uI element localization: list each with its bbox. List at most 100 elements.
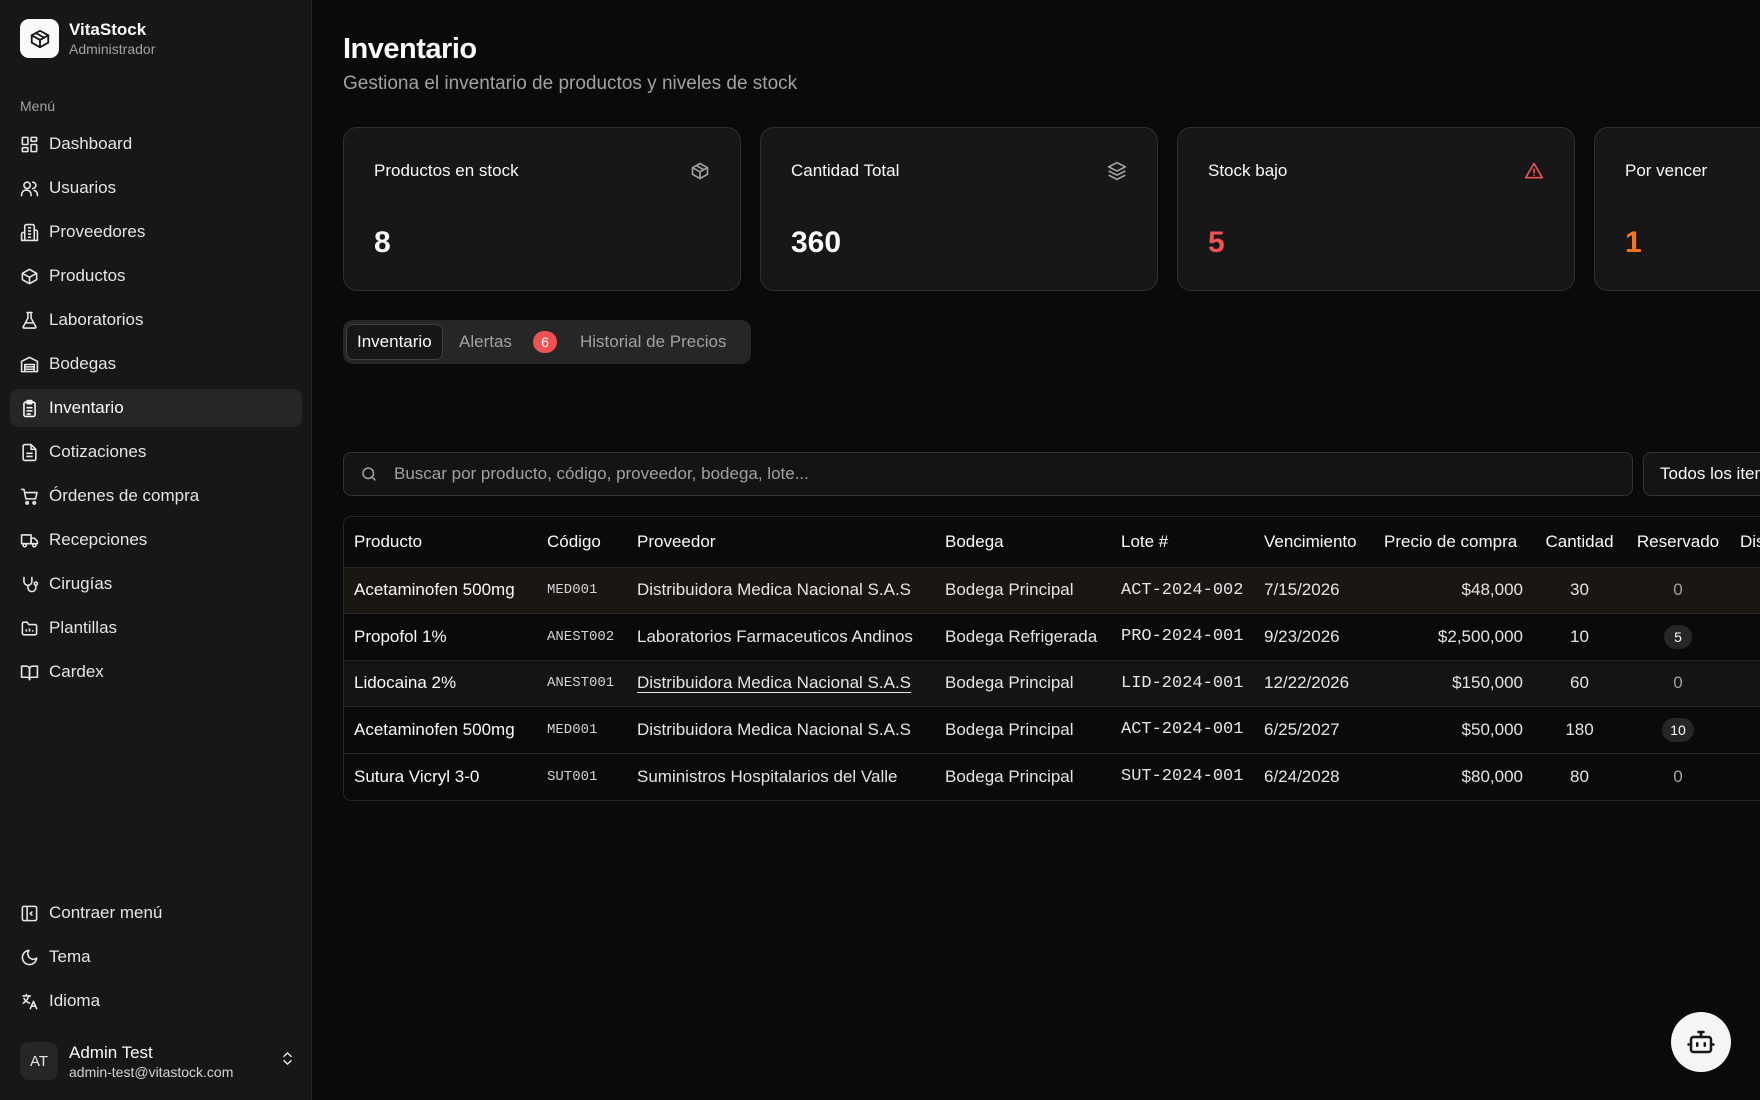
stat-card-por-vencer: Por vencer 1 xyxy=(1594,127,1760,291)
column-header-producto[interactable]: Producto xyxy=(344,517,537,568)
cell-warehouse: Bodega Principal xyxy=(935,567,1111,614)
cell-code: MED001 xyxy=(537,706,627,754)
sidebar-item-cirugias[interactable]: Cirugías xyxy=(10,565,302,603)
filter-select[interactable]: Todos los items xyxy=(1643,452,1760,496)
column-header-bodega[interactable]: Bodega xyxy=(935,517,1111,568)
cell-lot: ACT-2024-002 xyxy=(1111,567,1254,614)
stat-value: 1 xyxy=(1625,226,1642,259)
column-header-vencimiento[interactable]: Vencimiento xyxy=(1254,517,1374,568)
search-input[interactable] xyxy=(394,464,1632,484)
cell-code: SUT001 xyxy=(547,768,598,785)
table-row[interactable]: Acetaminofen 500mg MED001 Distribuidora … xyxy=(344,706,1760,754)
table-row[interactable]: Acetaminofen 500mg MED001 Distribuidora … xyxy=(344,567,1760,614)
cell-available xyxy=(1730,753,1760,800)
main-content: Inventario Gestiona el inventario de pro… xyxy=(343,0,1760,1100)
stat-title: Cantidad Total xyxy=(791,161,900,180)
cell-code: ANEST001 xyxy=(537,660,627,707)
chevron-up-down-icon xyxy=(279,1050,296,1072)
sidebar-item-cardex[interactable]: Cardex xyxy=(10,653,302,691)
cell-available xyxy=(1730,567,1760,614)
cell-quantity: 60 xyxy=(1533,660,1626,707)
sidebar-item-plantillas[interactable]: Plantillas xyxy=(10,609,302,647)
cell-supplier[interactable]: Laboratorios Farmaceuticos Andinos xyxy=(627,613,935,661)
column-header-proveedor[interactable]: Proveedor xyxy=(627,517,935,568)
cell-code: MED001 xyxy=(537,567,627,614)
sidebar-bottom-nav: Contraer menú Tema Idioma xyxy=(10,894,302,1026)
supplier-link[interactable]: Distribuidora Medica Nacional S.A.S xyxy=(637,673,911,692)
search-icon xyxy=(362,467,376,481)
sidebar-nav: Dashboard Usuarios Proveedores Productos… xyxy=(10,125,302,697)
column-header-codigo[interactable]: Código xyxy=(537,517,627,568)
theme-label: Tema xyxy=(49,947,91,966)
sidebar-item-laboratorios[interactable]: Laboratorios xyxy=(10,301,302,339)
tab-alertas[interactable]: Alertas xyxy=(459,324,512,360)
package-icon xyxy=(21,268,38,284)
cell-price: $48,000 xyxy=(1374,567,1533,614)
table-row[interactable]: Propofol 1% ANEST002 Laboratorios Farmac… xyxy=(344,613,1760,661)
stat-card-productos-en-stock: Productos en stock 8 xyxy=(343,127,741,291)
sidebar-item-proveedores[interactable]: Proveedores xyxy=(10,213,302,251)
cell-expiry: 7/15/2026 xyxy=(1254,567,1374,614)
stat-value: 360 xyxy=(791,226,842,259)
sidebar-item-productos[interactable]: Productos xyxy=(10,257,302,295)
reserved-badge: 5 xyxy=(1664,624,1692,649)
sidebar-item-label: Recepciones xyxy=(49,530,148,549)
stat-card-stock-bajo: Stock bajo 5 xyxy=(1177,127,1575,291)
sidebar-item-label: Usuarios xyxy=(49,178,117,197)
sidebar-item-bodegas[interactable]: Bodegas xyxy=(10,345,302,383)
cell-warehouse: Bodega Refrigerada xyxy=(935,613,1111,661)
column-header-disponible[interactable]: Disponible xyxy=(1730,517,1760,568)
user-name: Admin Test xyxy=(69,1042,153,1062)
brand[interactable]: VitaStock Administrador xyxy=(20,19,155,58)
cell-supplier[interactable]: Distribuidora Medica Nacional S.A.S xyxy=(627,567,935,614)
cell-quantity: 80 xyxy=(1570,766,1589,786)
sidebar-item-dashboard[interactable]: Dashboard xyxy=(10,125,302,163)
table-row[interactable]: Sutura Vicryl 3-0 SUT001 Suministros Hos… xyxy=(344,753,1760,800)
cell-supplier[interactable]: Suministros Hospitalarios del Valle xyxy=(627,753,935,800)
sidebar-item-inventario[interactable]: Inventario xyxy=(10,389,302,427)
bot-icon xyxy=(1687,1030,1715,1054)
column-header-precio-de-compra[interactable]: Precio de compra xyxy=(1374,517,1533,568)
cell-warehouse: Bodega Principal xyxy=(935,660,1111,707)
cell-product: Lidocaina 2% xyxy=(344,660,537,707)
stethoscope-icon xyxy=(23,576,39,592)
column-header-cantidad[interactable]: Cantidad xyxy=(1533,517,1626,568)
reserved-badge: 10 xyxy=(1662,717,1694,742)
sidebar-item-usuarios[interactable]: Usuarios xyxy=(10,169,302,207)
sidebar-item-cotizaciones[interactable]: Cotizaciones xyxy=(10,433,302,471)
brand-role: Administrador xyxy=(69,41,156,57)
sidebar-item-ordenes-de-compra[interactable]: Órdenes de compra xyxy=(10,477,302,515)
cell-expiry: 6/25/2027 xyxy=(1254,706,1374,754)
moon-icon xyxy=(21,949,38,965)
dashboard-icon xyxy=(21,136,38,152)
cell-lot: SUT-2024-001 xyxy=(1121,767,1244,786)
column-header-reservado[interactable]: Reservado xyxy=(1626,517,1730,568)
theme-button[interactable]: Tema xyxy=(10,938,302,976)
sidebar-item-label: Órdenes de compra xyxy=(49,486,200,505)
user-menu[interactable]: AT Admin Test admin-test@vitastock.com xyxy=(20,1039,296,1083)
tab-historial-de-precios[interactable]: Historial de Precios xyxy=(580,324,726,360)
building-icon xyxy=(20,223,39,241)
clipboard-icon xyxy=(23,399,36,417)
sidebar-item-recepciones[interactable]: Recepciones xyxy=(10,521,302,559)
table-row[interactable]: Lidocaina 2% ANEST001 Distribuidora Medi… xyxy=(344,660,1760,707)
inventory-table: Producto Código Proveedor Bodega Lote # … xyxy=(343,516,1760,801)
column-header-lote[interactable]: Lote # xyxy=(1111,517,1254,568)
collapse-menu-button[interactable]: Contraer menú xyxy=(10,894,302,932)
cell-warehouse: Bodega Principal xyxy=(945,766,1074,786)
sidebar-item-label: Cardex xyxy=(49,662,104,681)
search-box xyxy=(343,452,1633,496)
cart-icon xyxy=(20,488,38,505)
avatar: AT xyxy=(20,1042,58,1080)
cell-product: Acetaminofen 500mg xyxy=(344,706,537,754)
tab-inventario[interactable]: Inventario xyxy=(346,324,443,360)
user-email: admin-test@vitastock.com xyxy=(69,1063,234,1080)
cell-reserved: 0 xyxy=(1626,660,1730,707)
book-icon xyxy=(20,664,39,680)
cell-available xyxy=(1730,613,1760,661)
assistant-button[interactable] xyxy=(1671,1012,1731,1072)
language-button[interactable]: Idioma xyxy=(10,982,302,1020)
cell-supplier[interactable]: Distribuidora Medica Nacional S.A.S xyxy=(627,660,935,707)
file-text-icon xyxy=(22,443,37,461)
cell-supplier[interactable]: Distribuidora Medica Nacional S.A.S xyxy=(627,706,935,754)
